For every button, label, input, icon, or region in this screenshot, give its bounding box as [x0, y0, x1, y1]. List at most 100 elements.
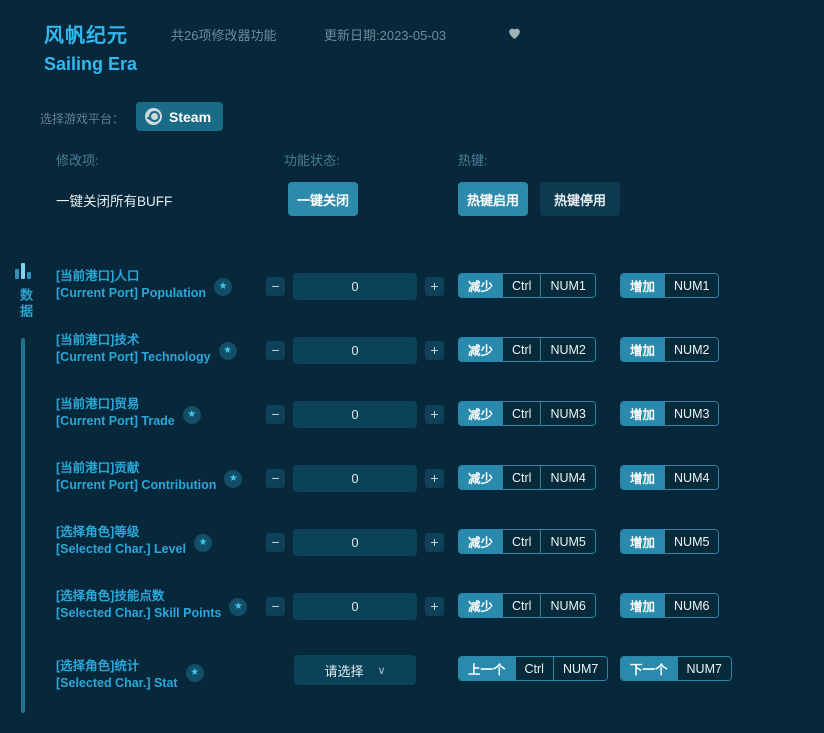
hotkey-enable-button[interactable]: 热键启用 [458, 182, 528, 216]
stat-next-hotkey[interactable]: 下一个 NUM7 [620, 656, 732, 681]
row-labels: [当前港口]人口 [Current Port] Population [56, 268, 206, 302]
row-0-dec-key-0: Ctrl [502, 274, 540, 297]
row-dec-label: 减少 [459, 274, 502, 297]
row-label-en: [Current Port] Technology [56, 349, 211, 366]
row-value-input[interactable] [293, 465, 417, 492]
row-value-stepper: − + [266, 273, 444, 300]
table-row: [当前港口]贡献 [Current Port] Contribution ★ −… [0, 454, 824, 518]
row-decrease-hotkey[interactable]: 减少 CtrlNUM2 [458, 337, 596, 362]
row-dec-label: 减少 [459, 402, 502, 425]
app-header: 风帆纪元 共26项修改器功能 更新日期:2023-05-03 Sailing E… [0, 0, 824, 90]
row-favorite-star-icon[interactable]: ★ [214, 278, 232, 296]
row-label-cn: [当前港口]贸易 [56, 396, 175, 413]
row-value-input[interactable] [293, 273, 417, 300]
row-increment-button[interactable]: + [425, 597, 444, 616]
row-value-input[interactable] [293, 529, 417, 556]
row-increase-hotkey[interactable]: 增加 NUM4 [620, 465, 719, 490]
row-label-cn: [选择角色]等级 [56, 524, 186, 541]
row-dec-label: 减少 [459, 466, 502, 489]
row-increase-hotkey[interactable]: 增加 NUM2 [620, 337, 719, 362]
row-5-inc-key-0: NUM6 [664, 594, 718, 617]
heart-icon[interactable] [505, 24, 523, 42]
platform-steam-button[interactable]: Steam [136, 102, 223, 131]
row-increment-button[interactable]: + [425, 277, 444, 296]
row-dec-label: 减少 [459, 338, 502, 361]
row-increment-button[interactable]: + [425, 341, 444, 360]
stat-label-cn: [选择角色]统计 [56, 658, 178, 675]
row-labels: [当前港口]贡献 [Current Port] Contribution [56, 460, 216, 494]
row-label-en: [Current Port] Population [56, 285, 206, 302]
row-label-en: [Current Port] Contribution [56, 477, 216, 494]
row-0-dec-key-1: NUM1 [540, 274, 594, 297]
row-label-en: [Selected Char.] Level [56, 541, 186, 558]
row-favorite-star-icon[interactable]: ★ [194, 534, 212, 552]
row-decrement-button[interactable]: − [266, 469, 285, 488]
row-value-input[interactable] [293, 593, 417, 620]
row-inc-label: 增加 [621, 402, 664, 425]
row-inc-label: 增加 [621, 530, 664, 553]
stat-select-dropdown[interactable]: 请选择 ∨ [294, 655, 416, 685]
row-labels: [当前港口]贸易 [Current Port] Trade [56, 396, 175, 430]
row-value-stepper: − + [266, 337, 444, 364]
stat-prev-key-modifier: Ctrl [515, 657, 553, 680]
stat-label-en: [Selected Char.] Stat [56, 675, 178, 692]
row-increase-hotkey[interactable]: 增加 NUM6 [620, 593, 719, 618]
row-decrement-button[interactable]: − [266, 277, 285, 296]
row-dec-label: 减少 [459, 594, 502, 617]
row-increment-button[interactable]: + [425, 533, 444, 552]
cheat-rows: [当前港口]人口 [Current Port] Population ★ − +… [0, 262, 824, 646]
row-decrement-button[interactable]: − [266, 533, 285, 552]
row-increase-hotkey[interactable]: 增加 NUM3 [620, 401, 719, 426]
row-increase-hotkey[interactable]: 增加 NUM1 [620, 273, 719, 298]
row-5-dec-key-1: NUM6 [540, 594, 594, 617]
chevron-down-icon: ∨ [377, 664, 385, 677]
row-label-cn: [当前港口]技术 [56, 332, 211, 349]
stat-favorite-star-icon[interactable]: ★ [186, 664, 204, 682]
row-favorite-star-icon[interactable]: ★ [219, 342, 237, 360]
row-1-dec-key-0: Ctrl [502, 338, 540, 361]
row-value-stepper: − + [266, 529, 444, 556]
buff-master-label: 一键关闭所有BUFF [56, 190, 172, 210]
row-increment-button[interactable]: + [425, 469, 444, 488]
hotkey-disable-button[interactable]: 热键停用 [540, 182, 620, 216]
row-label-cn: [当前港口]贡献 [56, 460, 216, 477]
stat-next-label: 下一个 [621, 657, 677, 680]
row-decrease-hotkey[interactable]: 减少 CtrlNUM1 [458, 273, 596, 298]
row-increase-hotkey[interactable]: 增加 NUM5 [620, 529, 719, 554]
row-decrement-button[interactable]: − [266, 597, 285, 616]
row-favorite-star-icon[interactable]: ★ [183, 406, 201, 424]
row-label-cn: [选择角色]技能点数 [56, 588, 221, 605]
stat-next-key: NUM7 [677, 657, 731, 680]
row-dec-label: 减少 [459, 530, 502, 553]
stat-prev-hotkey[interactable]: 上一个 Ctrl NUM7 [458, 656, 608, 681]
row-decrease-hotkey[interactable]: 减少 CtrlNUM4 [458, 465, 596, 490]
row-decrement-button[interactable]: − [266, 405, 285, 424]
row-increment-button[interactable]: + [425, 405, 444, 424]
table-row: [选择角色]技能点数 [Selected Char.] Skill Points… [0, 582, 824, 646]
update-date-label: 更新日期:2023-05-03 [324, 25, 446, 44]
row-4-dec-key-1: NUM5 [540, 530, 594, 553]
table-row: [选择角色]等级 [Selected Char.] Level ★ − + 减少… [0, 518, 824, 582]
column-header-option: 修改项: [56, 150, 99, 169]
row-2-dec-key-1: NUM3 [540, 402, 594, 425]
row-decrement-button[interactable]: − [266, 341, 285, 360]
row-labels: [选择角色]技能点数 [Selected Char.] Skill Points [56, 588, 221, 622]
row-favorite-star-icon[interactable]: ★ [229, 598, 247, 616]
buff-toggle-button[interactable]: 一键关闭 [288, 182, 358, 216]
row-decrease-hotkey[interactable]: 减少 CtrlNUM3 [458, 401, 596, 426]
row-value-input[interactable] [293, 337, 417, 364]
table-row: [当前港口]人口 [Current Port] Population ★ − +… [0, 262, 824, 326]
row-favorite-star-icon[interactable]: ★ [224, 470, 242, 488]
stat-prev-label: 上一个 [459, 657, 515, 680]
row-decrease-hotkey[interactable]: 减少 CtrlNUM5 [458, 529, 596, 554]
row-inc-label: 增加 [621, 338, 664, 361]
table-row: [当前港口]技术 [Current Port] Technology ★ − +… [0, 326, 824, 390]
stat-prev-key: NUM7 [553, 657, 607, 680]
row-value-stepper: − + [266, 465, 444, 492]
platform-selector-row: 选择游戏平台： [0, 100, 824, 140]
row-decrease-hotkey[interactable]: 减少 CtrlNUM6 [458, 593, 596, 618]
buff-master-row: 一键关闭所有BUFF 一键关闭 热键启用 热键停用 [0, 182, 824, 218]
stat-row-labels: [选择角色]统计 [Selected Char.] Stat [56, 658, 178, 692]
steam-icon [145, 108, 162, 125]
row-value-input[interactable] [293, 401, 417, 428]
